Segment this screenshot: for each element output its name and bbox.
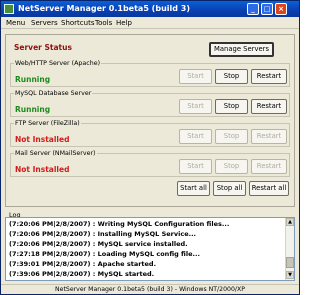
- log-line: (7:39:01 PM|2/8/2007) : Apache started.: [9, 260, 157, 268]
- manage-servers-button[interactable]: Manage Servers: [209, 42, 274, 57]
- ftp-stop-button[interactable]: Stop: [215, 129, 248, 144]
- ftp-start-button[interactable]: Start: [179, 129, 212, 144]
- window-title: NetServer Manager 0.1beta5 (build 3): [18, 4, 190, 13]
- mail-stop-button[interactable]: Stop: [215, 159, 248, 174]
- mysql-server-group: MySQL Database Server Running Start Stop…: [10, 90, 290, 117]
- mysql-restart-button[interactable]: Restart: [251, 99, 287, 114]
- app-icon: [4, 4, 14, 14]
- ftp-server-group: FTP Server (FileZilla) Not Installed Sta…: [10, 120, 290, 147]
- menu-item-tools[interactable]: Tools: [95, 19, 112, 27]
- log-line: (7:39:06 PM|2/8/2007) : MySQL started.: [9, 270, 155, 278]
- ftp-server-label: FTP Server (FileZilla): [14, 120, 81, 127]
- ftp-status: Not Installed: [15, 135, 70, 144]
- log-line: (7:20:06 PM|2/8/2007) : Installing MySQL…: [9, 230, 197, 238]
- mail-status: Not Installed: [15, 165, 70, 174]
- log-line: (7:27:18 PM|2/8/2007) : Loading MySQL co…: [9, 250, 200, 258]
- stop-all-button[interactable]: Stop all: [213, 181, 246, 196]
- ftp-restart-button[interactable]: Restart: [251, 129, 287, 144]
- restart-all-button[interactable]: Restart all: [249, 181, 289, 196]
- menu-item-servers[interactable]: Servers: [31, 19, 58, 27]
- mail-server-label: Mail Server (NMailServer): [14, 150, 97, 157]
- mail-start-button[interactable]: Start: [179, 159, 212, 174]
- apache-stop-button[interactable]: Stop: [215, 69, 248, 84]
- menu-item-shortcuts[interactable]: Shortcuts: [61, 19, 94, 27]
- log-scrollbar[interactable]: ▲ ▼: [285, 218, 294, 280]
- server-status-panel: Server Status Manage Servers Web/HTTP Se…: [5, 34, 295, 207]
- maximize-button[interactable]: □: [261, 3, 273, 15]
- server-status-heading: Server Status: [14, 43, 72, 52]
- title-bar[interactable]: NetServer Manager 0.1beta5 (build 3) _ □…: [1, 1, 299, 17]
- close-button[interactable]: ×: [275, 3, 287, 15]
- scroll-up-icon[interactable]: ▲: [286, 218, 294, 226]
- menu-item-help[interactable]: Help: [116, 19, 132, 27]
- apache-start-button[interactable]: Start: [179, 69, 212, 84]
- mail-restart-button[interactable]: Restart: [251, 159, 287, 174]
- apache-server-label: Web/HTTP Server (Apache): [14, 60, 102, 67]
- mysql-start-button[interactable]: Start: [179, 99, 212, 114]
- log-line: (7:20:06 PM|2/8/2007) : Writing MySQL Co…: [9, 220, 230, 228]
- mysql-stop-button[interactable]: Stop: [215, 99, 248, 114]
- start-all-button[interactable]: Start all: [177, 181, 210, 196]
- mysql-server-label: MySQL Database Server: [14, 90, 93, 97]
- menu-item-menu[interactable]: Menu: [6, 19, 25, 27]
- apache-status: Running: [15, 75, 51, 84]
- scroll-thumb[interactable]: [286, 257, 294, 268]
- mysql-status: Running: [15, 105, 51, 114]
- log-line: (7:20:06 PM|2/8/2007) : MySQL service in…: [9, 240, 188, 248]
- status-bar: NetServer Manager 0.1beta5 (build 3) - W…: [1, 284, 299, 295]
- menu-bar: Menu Servers Shortcuts Tools Help: [1, 17, 299, 29]
- mail-server-group: Mail Server (NMailServer) Not Installed …: [10, 150, 290, 177]
- minimize-button[interactable]: _: [247, 3, 259, 15]
- apache-restart-button[interactable]: Restart: [251, 69, 287, 84]
- apache-server-group: Web/HTTP Server (Apache) Running Start S…: [10, 60, 290, 87]
- scroll-down-icon[interactable]: ▼: [286, 271, 294, 279]
- log-panel[interactable]: (7:20:06 PM|2/8/2007) : Writing MySQL Co…: [5, 217, 295, 281]
- app-window: NetServer Manager 0.1beta5 (build 3) _ □…: [0, 0, 300, 295]
